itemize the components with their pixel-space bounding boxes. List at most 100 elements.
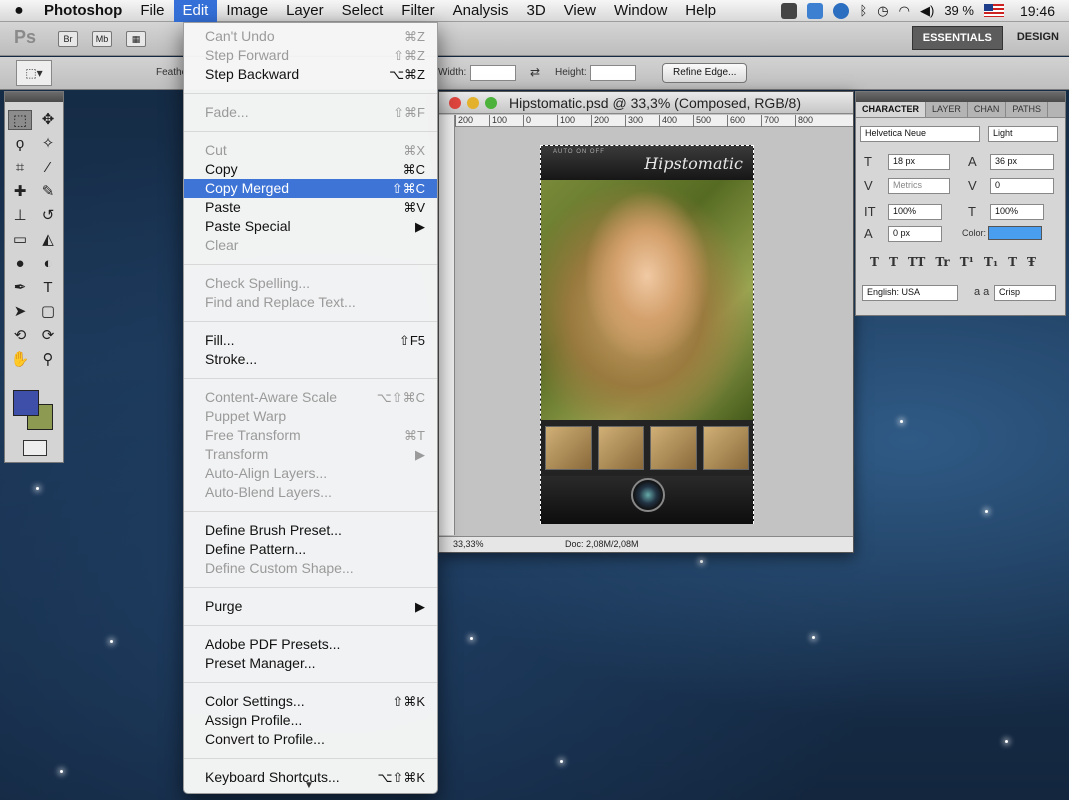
workspace-essentials[interactable]: ESSENTIALS — [911, 26, 1003, 50]
menu-help[interactable]: Help — [676, 0, 725, 22]
eyedropper-tool-icon[interactable]: ⁄ — [36, 158, 60, 178]
menu-item-define-pattern[interactable]: Define Pattern... — [184, 540, 437, 559]
zoom-level[interactable]: 33,33% — [453, 539, 484, 549]
foreground-color-swatch[interactable] — [13, 390, 39, 416]
clone-stamp-tool-icon[interactable]: ⊥ — [8, 206, 32, 226]
menu-item-define-brush-preset[interactable]: Define Brush Preset... — [184, 521, 437, 540]
menu-item-check-spelling[interactable]: Check Spelling... — [184, 274, 437, 293]
menu-item-convert-to-profile[interactable]: Convert to Profile... — [184, 730, 437, 749]
baseline-shift-input[interactable]: 0 px — [888, 226, 942, 242]
menu-item-purge[interactable]: Purge ▶ — [184, 597, 437, 616]
menu-image[interactable]: Image — [217, 0, 277, 22]
menu-item-puppet-warp[interactable]: Puppet Warp — [184, 407, 437, 426]
paint-bucket-tool-icon[interactable]: ◭ — [36, 230, 60, 250]
menu-layer[interactable]: Layer — [277, 0, 333, 22]
sync-icon[interactable] — [833, 2, 850, 19]
type-style-button[interactable]: Ŧ — [1027, 255, 1036, 269]
type-style-button[interactable]: T₁ — [984, 255, 998, 269]
launch-mini-bridge-button[interactable]: Mb — [92, 30, 112, 47]
type-style-button[interactable]: TT — [908, 255, 925, 269]
width-input[interactable] — [470, 65, 516, 81]
close-window-button[interactable] — [449, 96, 461, 109]
menu-item-auto-align-layers[interactable]: Auto-Align Layers... — [184, 464, 437, 483]
dropbox-icon[interactable] — [807, 2, 824, 19]
vertical-scale-input[interactable]: 100% — [888, 204, 942, 220]
minimize-window-button[interactable] — [467, 96, 479, 109]
menu-item-stroke[interactable]: Stroke... — [184, 350, 437, 369]
quick-mask-button[interactable] — [23, 440, 47, 456]
menu-item-color-settings[interactable]: Color Settings... ⇧⌘K — [184, 692, 437, 711]
menu-item-copy[interactable]: Copy ⌘C — [184, 160, 437, 179]
text-color-swatch[interactable] — [988, 226, 1042, 240]
horizontal-scale-input[interactable]: 100% — [990, 204, 1044, 220]
menu-item-free-transform[interactable]: Free Transform ⌘T — [184, 426, 437, 445]
menu-3d[interactable]: 3D — [518, 0, 555, 22]
horizontal-ruler[interactable]: 200 100 0 100 200 300 400 500 600 700 800 — [455, 115, 853, 127]
font-family-select[interactable]: Helvetica Neue — [860, 126, 980, 142]
3d-orbit-tool-icon[interactable]: ⟳ — [36, 326, 60, 346]
menu-item-step-forward[interactable]: Step Forward ⇧⌘Z — [184, 46, 437, 65]
blur-tool-icon[interactable]: ● — [8, 254, 32, 274]
type-style-button[interactable]: T¹ — [960, 255, 974, 269]
type-style-button[interactable]: T — [870, 255, 879, 269]
brush-tool-icon[interactable]: ✎ — [36, 182, 60, 202]
menu-item-step-backward[interactable]: Step Backward ⌥⌘Z — [184, 65, 437, 84]
rectangular-marquee-tool-icon[interactable]: ⬚ — [8, 110, 32, 130]
menu-item-content-aware-scale[interactable]: Content-Aware Scale ⌥⇧⌘C — [184, 388, 437, 407]
workspace-design[interactable]: DESIGN — [1007, 26, 1069, 50]
eraser-tool-icon[interactable]: ▭ — [8, 230, 32, 250]
menu-item-find-and-replace-text[interactable]: Find and Replace Text... — [184, 293, 437, 312]
menu-item-cut[interactable]: Cut ⌘X — [184, 141, 437, 160]
launch-bridge-button[interactable]: Br — [58, 30, 78, 47]
vertical-ruler[interactable] — [439, 115, 455, 535]
document-title-bar[interactable]: Hipstomatic.psd @ 33,3% (Composed, RGB/8… — [439, 92, 853, 114]
type-tool-icon[interactable]: T — [36, 278, 60, 298]
apple-menu-icon[interactable]: ● — [0, 2, 38, 20]
menu-item-transform[interactable]: Transform ▶ — [184, 445, 437, 464]
path-selection-tool-icon[interactable]: ➤ — [8, 302, 32, 322]
menu-item-preset-manager[interactable]: Preset Manager... — [184, 654, 437, 673]
leading-input[interactable]: 36 px — [990, 154, 1054, 170]
menu-select[interactable]: Select — [333, 0, 393, 22]
volume-icon[interactable]: ◀) — [920, 3, 934, 19]
type-style-button[interactable]: Tr — [935, 255, 949, 269]
move-tool-icon[interactable]: ✥ — [36, 110, 60, 130]
clock[interactable]: 19:46 — [1020, 3, 1055, 19]
menu-item-keyboard-shortcuts[interactable]: Keyboard Shortcuts... ⌥⇧⌘K — [184, 768, 437, 787]
menu-item-auto-blend-layers[interactable]: Auto-Blend Layers... — [184, 483, 437, 502]
menu-item-copy-merged[interactable]: Copy Merged ⇧⌘C — [184, 179, 437, 198]
battery-text[interactable]: 39 % — [944, 3, 974, 18]
menu-window[interactable]: Window — [605, 0, 676, 22]
tab-layers[interactable]: LAYER — [926, 102, 968, 117]
antialias-select[interactable]: Crisp — [994, 285, 1056, 301]
type-style-button[interactable]: T — [1008, 255, 1017, 269]
menu-item-fade[interactable]: Fade... ⇧⌘F — [184, 103, 437, 122]
view-extras-button[interactable]: ▦ — [126, 30, 146, 47]
tracking-input[interactable]: 0 — [990, 178, 1054, 194]
pen-tool-icon[interactable]: ✒ — [8, 278, 32, 298]
hand-tool-icon[interactable]: ✋ — [8, 350, 32, 370]
font-size-input[interactable]: 18 px — [888, 154, 950, 170]
menu-item-assign-profile[interactable]: Assign Profile... — [184, 711, 437, 730]
3d-rotate-tool-icon[interactable]: ⟲ — [8, 326, 32, 346]
document-size[interactable]: Doc: 2,08M/2,08M — [565, 539, 639, 549]
menu-filter[interactable]: Filter — [392, 0, 443, 22]
tab-paths[interactable]: PATHS — [1006, 102, 1049, 117]
menu-item-fill[interactable]: Fill... ⇧F5 — [184, 331, 437, 350]
magic-wand-tool-icon[interactable]: ✧ — [36, 134, 60, 154]
menu-edit[interactable]: Edit — [173, 0, 218, 22]
swap-dimensions-icon[interactable]: ⇄ — [530, 65, 540, 79]
history-brush-tool-icon[interactable]: ↺ — [36, 206, 60, 226]
menu-photoshop[interactable]: Photoshop — [38, 0, 131, 22]
zoom-window-button[interactable] — [485, 96, 497, 109]
dodge-tool-icon[interactable]: ◐ — [36, 254, 60, 274]
menu-file[interactable]: File — [131, 0, 173, 22]
bluetooth-icon[interactable]: ᛒ — [859, 3, 867, 18]
tool-preset-picker[interactable]: ⬚▾ — [16, 60, 52, 86]
document-canvas[interactable]: AUTO ON OFF Hipstomatic — [540, 145, 754, 524]
wifi-icon[interactable]: ◠ — [899, 3, 910, 19]
type-style-button[interactable]: T — [889, 255, 898, 269]
crop-tool-icon[interactable]: ⌗ — [8, 158, 32, 178]
character-panel-header[interactable] — [856, 92, 1065, 102]
kerning-input[interactable]: Metrics — [888, 178, 950, 194]
